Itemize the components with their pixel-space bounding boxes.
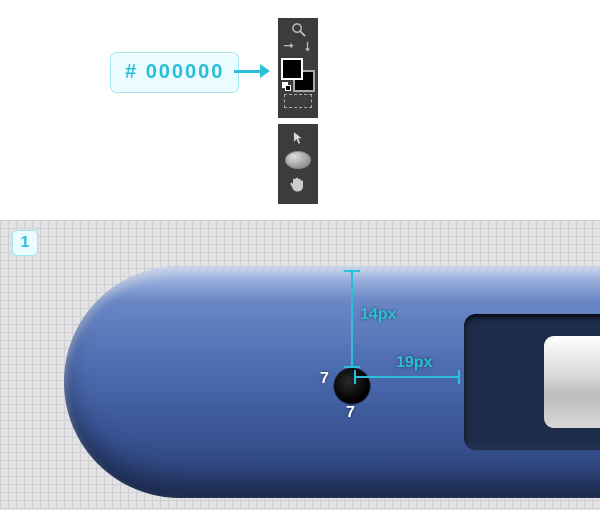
color-hex-badge: # 000000 bbox=[110, 52, 239, 93]
measure-14px-label: 14px bbox=[360, 306, 396, 324]
step-number-badge: 1 bbox=[12, 230, 38, 256]
swap-vertical-icon[interactable] bbox=[299, 39, 315, 55]
tool-palette-top bbox=[278, 18, 318, 118]
hash-symbol: # bbox=[125, 61, 138, 83]
vertical-guide bbox=[351, 270, 353, 366]
dot-width-label: 7 bbox=[320, 370, 329, 388]
hex-value: 000000 bbox=[146, 61, 225, 83]
measure-19px-label: 19px bbox=[396, 354, 432, 372]
quick-mask-icon[interactable] bbox=[284, 94, 312, 108]
zoom-tool-icon[interactable] bbox=[290, 21, 306, 37]
black-dot bbox=[334, 368, 370, 404]
guide-tick bbox=[344, 366, 360, 368]
swap-horizontal-icon[interactable] bbox=[281, 39, 297, 55]
dot-height-label: 7 bbox=[346, 404, 355, 422]
guide-tick bbox=[344, 270, 360, 272]
foreground-color-swatch[interactable] bbox=[281, 58, 303, 80]
metal-cylinder bbox=[544, 336, 600, 428]
guide-tick bbox=[354, 370, 356, 384]
horizontal-guide bbox=[354, 376, 460, 378]
default-colors-icon[interactable] bbox=[282, 82, 292, 92]
direct-selection-tool-icon[interactable] bbox=[290, 129, 306, 145]
tool-palette-bottom bbox=[278, 124, 318, 204]
ellipse-tool-icon[interactable] bbox=[285, 151, 311, 169]
guide-tick bbox=[458, 370, 460, 384]
hand-tool-icon[interactable] bbox=[280, 172, 316, 196]
canvas-area: 1 14px 19px 7 7 bbox=[0, 220, 600, 510]
blue-pill-shape bbox=[64, 266, 600, 498]
color-swatches[interactable] bbox=[281, 58, 315, 92]
upper-panel: # 000000 bbox=[0, 0, 600, 220]
